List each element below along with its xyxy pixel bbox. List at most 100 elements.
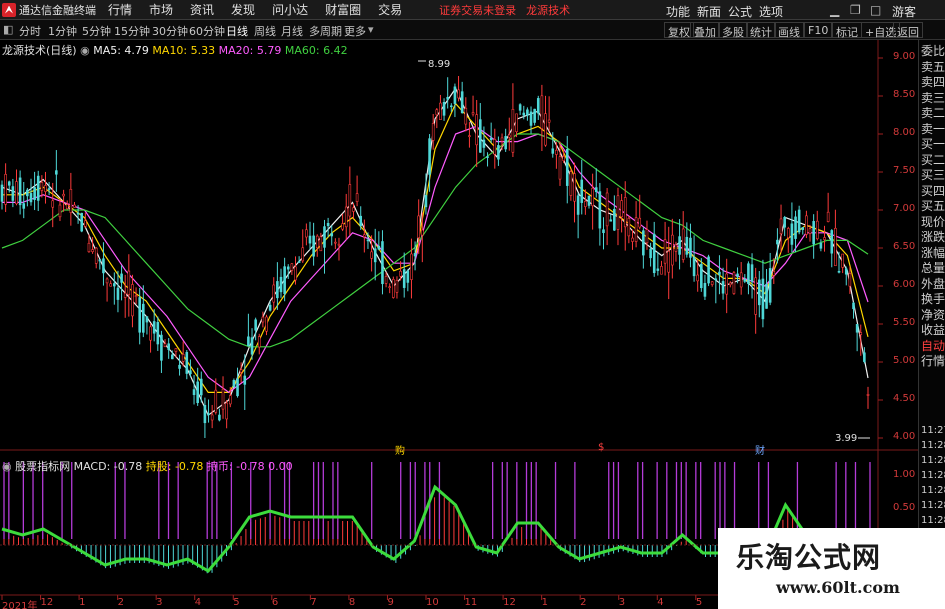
candle-body — [109, 283, 113, 287]
quote-field-label[interactable]: 现价 — [921, 215, 945, 230]
period-daily[interactable]: 日线 — [226, 23, 248, 39]
quote-field-label[interactable]: 净资 — [921, 308, 945, 323]
menu-item-quotes[interactable]: 行情 — [108, 1, 132, 18]
event-marker-buy[interactable]: 购 — [395, 442, 405, 457]
candle-body — [160, 334, 163, 361]
back-icon[interactable]: ◧ — [3, 23, 13, 36]
period-30min[interactable]: 30分钟 — [152, 23, 188, 39]
quote-field-label[interactable]: 换手 — [921, 292, 945, 307]
guest-button[interactable]: 游客 — [892, 3, 916, 20]
candle-body — [196, 381, 199, 404]
candle-body — [475, 114, 478, 146]
quote-field-label[interactable]: 买三 — [921, 168, 945, 183]
cash-value: 持币: -0.78 — [206, 460, 265, 473]
quote-field-label[interactable]: 外盘 — [921, 277, 945, 292]
candle-body — [113, 283, 116, 287]
period-multi[interactable]: 多周期 — [309, 23, 342, 39]
quote-field-label[interactable]: 买一 — [921, 137, 945, 152]
tool-f10[interactable]: F10 — [804, 22, 833, 38]
date-tick-label: 8 — [348, 597, 356, 608]
candle-body — [674, 244, 678, 252]
high-price-label: 8.99 — [428, 59, 451, 70]
candle-body — [631, 237, 634, 242]
tool-overlay[interactable]: 叠加 — [690, 22, 720, 39]
tool-draw[interactable]: 画线 — [774, 22, 804, 39]
quote-field-label[interactable]: 卖三 — [921, 91, 945, 106]
login-warning[interactable]: 证券交易未登录 — [439, 2, 516, 18]
quote-field-label[interactable]: 买五 — [921, 199, 945, 214]
candle-body — [729, 282, 732, 286]
candle-body — [214, 389, 218, 413]
quote-field-label[interactable]: 买二 — [921, 153, 945, 168]
tick-time: 11:28 — [921, 485, 945, 496]
quote-field-label[interactable]: 总量 — [921, 261, 945, 276]
quote-field-label[interactable]: 买四 — [921, 184, 945, 199]
candle-body — [544, 113, 547, 146]
quote-field-label[interactable]: 收益 — [921, 323, 945, 338]
candle-body — [18, 177, 22, 206]
quote-field-label[interactable]: 涨跌 — [921, 230, 945, 245]
low-price-label: 3.99 — [835, 433, 858, 444]
period-more[interactable]: 更多 — [344, 23, 366, 39]
candle-body — [779, 218, 783, 235]
candle-body — [11, 186, 15, 201]
quote-field-label[interactable]: 自动 — [921, 339, 945, 354]
quote-field-label[interactable]: 卖二 — [921, 106, 945, 121]
menu-options[interactable]: 选项 — [759, 3, 783, 20]
event-marker-dividend[interactable]: $ — [598, 442, 604, 453]
settings-circle-icon[interactable]: ◉ — [80, 44, 90, 57]
period-60min[interactable]: 60分钟 — [189, 23, 225, 39]
candle-body — [319, 236, 323, 252]
menu-item-discover[interactable]: 发现 — [231, 1, 255, 18]
menu-item-market[interactable]: 市场 — [149, 1, 173, 18]
menu-item-wealth[interactable]: 财富圈 — [325, 1, 361, 18]
menu-function[interactable]: 功能 — [666, 3, 690, 20]
candle-body — [493, 139, 497, 155]
quote-field-label[interactable]: 卖一 — [921, 122, 945, 137]
quote-field-label[interactable]: 委比 — [921, 44, 945, 59]
menu-new-page[interactable]: 新面 — [697, 3, 721, 20]
candle-body — [363, 234, 366, 238]
quote-field-label[interactable]: 行情 — [921, 354, 945, 369]
kline-chart[interactable] — [0, 40, 918, 609]
candle-body — [341, 223, 344, 230]
minimize-icon[interactable]: ▁ — [830, 3, 839, 17]
maximize-icon[interactable]: □ — [870, 3, 881, 17]
candle-body — [69, 189, 73, 213]
candle-body — [852, 302, 855, 310]
period-timeshare[interactable]: 分时 — [19, 23, 41, 39]
period-5min[interactable]: 5分钟 — [82, 23, 111, 39]
tool-return[interactable]: 返回 — [893, 22, 923, 39]
candle-body — [609, 219, 613, 222]
quote-field-label[interactable]: 卖四 — [921, 75, 945, 90]
candle-body — [94, 247, 98, 264]
quote-field-label[interactable]: 卖五 — [921, 60, 945, 75]
period-15min[interactable]: 15分钟 — [114, 23, 150, 39]
restore-icon[interactable]: ❐ — [850, 3, 861, 17]
tool-mark[interactable]: 标记 — [832, 22, 862, 39]
chevron-down-icon[interactable]: ▾ — [368, 23, 374, 36]
menu-item-news[interactable]: 资讯 — [190, 1, 214, 18]
candle-body — [0, 184, 4, 202]
menu-item-trade[interactable]: 交易 — [378, 1, 402, 18]
candle-body — [265, 316, 268, 332]
event-marker-finance[interactable]: 财 — [755, 442, 765, 457]
candle-body — [815, 220, 819, 240]
main-chart-info: 龙源技术(日线) ◉ MA5: 4.79 MA10: 5.33 MA20: 5.… — [2, 42, 348, 58]
quote-field-label[interactable]: 涨幅 — [921, 246, 945, 261]
candle-body — [91, 249, 94, 252]
tool-stats[interactable]: 统计 — [746, 22, 776, 39]
candle-body — [36, 175, 40, 201]
period-monthly[interactable]: 月线 — [281, 23, 303, 39]
candle-body — [642, 230, 645, 256]
candle-body — [710, 281, 714, 285]
candle-body — [834, 227, 837, 267]
period-weekly[interactable]: 周线 — [254, 23, 276, 39]
menu-formula[interactable]: 公式 — [728, 3, 752, 20]
candle-body — [522, 112, 526, 116]
indicator-settings-icon[interactable]: ◉ — [2, 460, 12, 473]
period-1min[interactable]: 1分钟 — [48, 23, 77, 39]
tool-multi-stock[interactable]: 多股 — [718, 22, 748, 39]
candle-body — [76, 212, 80, 215]
menu-item-ask[interactable]: 问小达 — [272, 1, 308, 18]
